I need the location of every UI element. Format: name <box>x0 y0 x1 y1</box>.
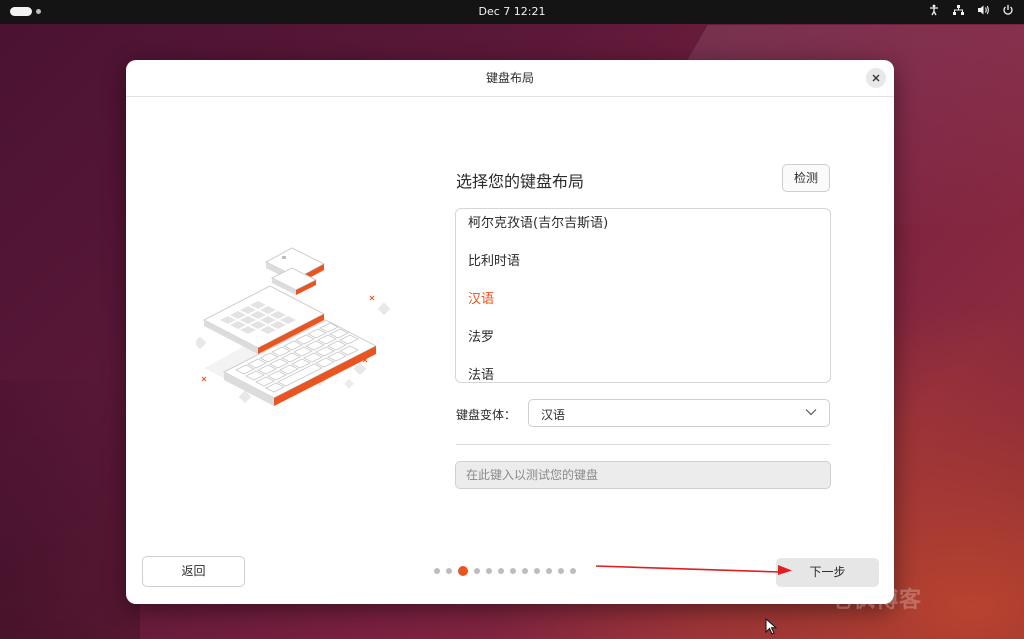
power-icon[interactable] <box>1002 4 1014 16</box>
list-item[interactable]: 法语 <box>468 364 494 382</box>
volume-icon[interactable] <box>977 4 990 16</box>
clock[interactable]: Dec 7 12:21 <box>0 5 1024 18</box>
page-dot <box>510 568 516 574</box>
section-title: 选择您的键盘布局 <box>456 172 585 191</box>
page-dot <box>446 568 452 574</box>
page-dot <box>498 568 504 574</box>
close-icon <box>872 74 880 82</box>
variant-dropdown[interactable]: 汉语 <box>528 399 830 427</box>
dialog-title: 键盘布局 <box>485 71 534 85</box>
page-dot-current <box>458 566 468 576</box>
list-item[interactable]: 法罗 <box>468 326 494 345</box>
accessibility-icon[interactable] <box>928 4 940 16</box>
variant-value: 汉语 <box>541 408 566 422</box>
page-dot <box>570 568 576 574</box>
annotation-arrow-icon <box>596 565 792 575</box>
chevron-down-icon <box>805 409 817 416</box>
layout-list[interactable]: 柯尔克孜语(吉尔吉斯语) 比利时语 汉语 法罗 法语 <box>455 208 831 383</box>
mouse-cursor-icon <box>765 618 777 635</box>
list-item-selected[interactable]: 汉语 <box>468 288 494 307</box>
installer-dialog: 键盘布局 选择您的键盘布局 检测 柯尔克孜语(吉尔吉斯语) 比利时语 汉语 法罗… <box>126 60 894 604</box>
variant-label: 键盘变体： <box>456 408 517 422</box>
detect-button[interactable]: 检测 <box>782 164 830 192</box>
list-item[interactable]: 比利时语 <box>468 250 520 269</box>
list-item[interactable]: 柯尔克孜语(吉尔吉斯语) <box>468 212 608 231</box>
top-bar: Dec 7 12:21 <box>0 0 1024 24</box>
divider <box>456 444 830 445</box>
page-dot <box>546 568 552 574</box>
page-dot <box>434 568 440 574</box>
system-tray[interactable] <box>928 4 1014 16</box>
back-button[interactable]: 返回 <box>142 556 245 587</box>
watermark: 老枫博客 <box>830 588 923 613</box>
close-button[interactable] <box>866 68 886 88</box>
dialog-header: 键盘布局 <box>126 60 894 97</box>
page-dot <box>486 568 492 574</box>
keyboard-illustration <box>196 247 391 406</box>
page-dot <box>558 568 564 574</box>
network-icon[interactable] <box>952 4 965 16</box>
keyboard-test-input[interactable] <box>455 461 831 489</box>
page-indicator <box>434 566 576 576</box>
page-dot <box>474 568 480 574</box>
page-dot <box>534 568 540 574</box>
page-dot <box>522 568 528 574</box>
